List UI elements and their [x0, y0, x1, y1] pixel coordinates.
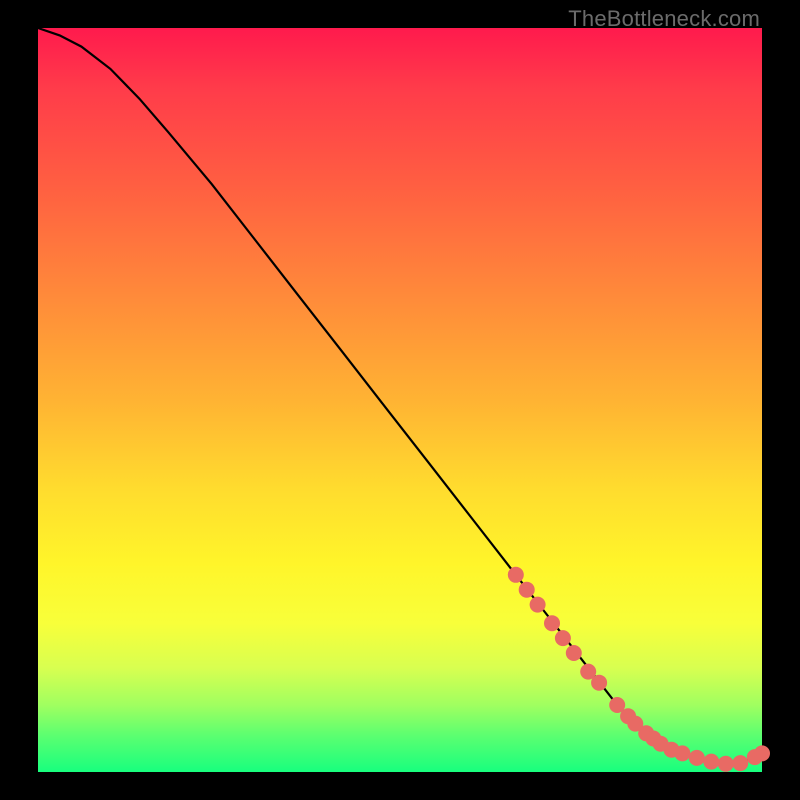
- marker-point: [555, 630, 571, 646]
- marker-point: [566, 645, 582, 661]
- marker-point: [689, 750, 705, 766]
- marker-point: [544, 615, 560, 631]
- marker-point: [703, 754, 719, 770]
- marker-point: [754, 745, 770, 761]
- chart-frame: TheBottleneck.com: [0, 0, 800, 800]
- marker-point: [674, 745, 690, 761]
- marker-group: [508, 567, 770, 772]
- marker-point: [718, 756, 734, 772]
- marker-point: [508, 567, 524, 583]
- plot-area: [38, 28, 762, 772]
- marker-point: [530, 597, 546, 613]
- bottleneck-curve: [38, 28, 762, 764]
- marker-point: [732, 755, 748, 771]
- marker-point: [591, 675, 607, 691]
- curve-layer: [38, 28, 762, 772]
- marker-point: [519, 582, 535, 598]
